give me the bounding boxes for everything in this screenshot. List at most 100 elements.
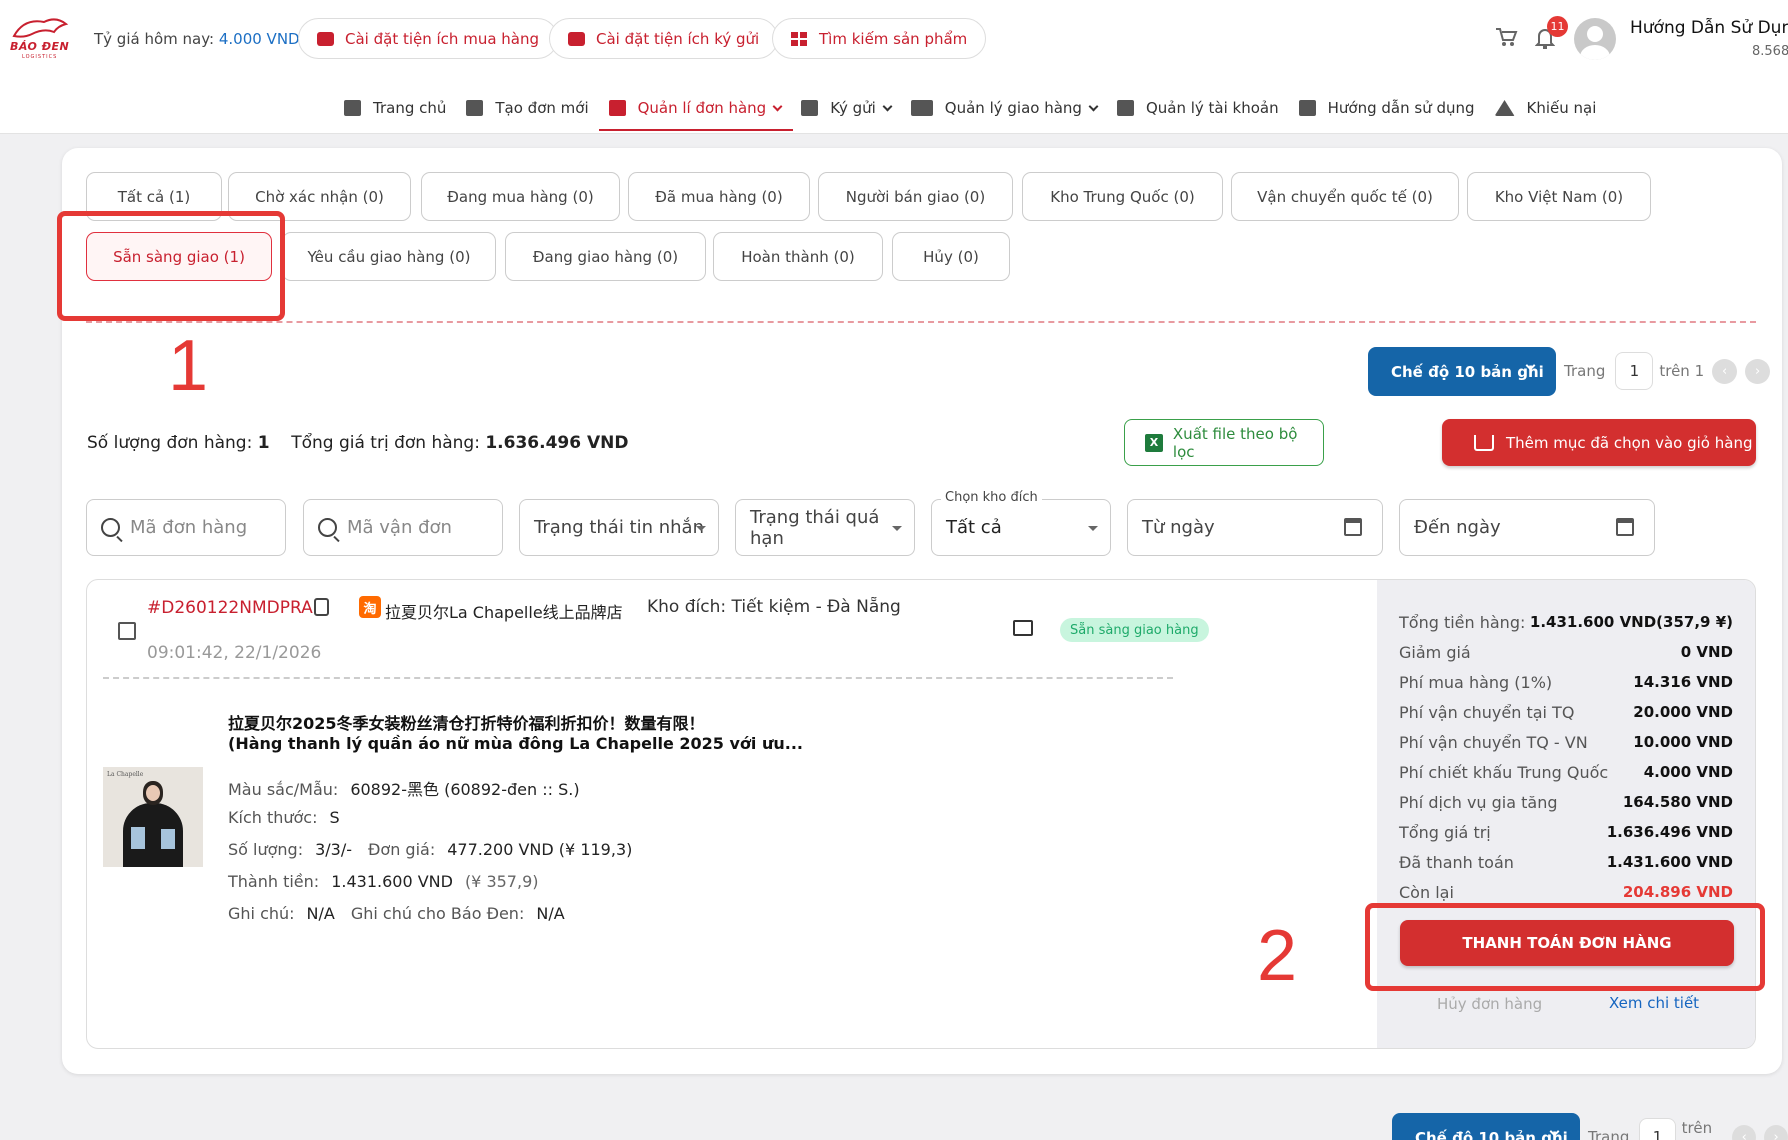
consign-extension-button[interactable]: Cài đặt tiện ích ký gửi — [549, 18, 779, 59]
calendar-icon[interactable] — [1344, 518, 1362, 536]
gift-icon — [317, 31, 334, 46]
avatar[interactable] — [1574, 18, 1616, 60]
caret-down-icon — [892, 526, 902, 531]
order-summary: Số lượng đơn hàng: 1 Tổng giá trị đơn hà… — [87, 433, 629, 453]
exchange-rate-value: 4.000 VND — [218, 30, 300, 48]
chevron-down-icon — [772, 101, 783, 111]
nav-consign[interactable]: Ký gửi — [797, 90, 895, 126]
cart-icon — [1474, 434, 1494, 451]
product-image[interactable]: La Chapelle — [103, 767, 203, 867]
fee-row: Giảm giá 0 VND — [1399, 643, 1733, 662]
nav-order-management[interactable]: Quản lí đơn hàng — [598, 90, 793, 131]
caret-down-icon — [1088, 526, 1098, 531]
tab-delivery-request[interactable]: Yêu cầu giao hàng (0) — [282, 232, 496, 281]
divider — [86, 321, 1756, 323]
tab-delivering[interactable]: Đang giao hàng (0) — [505, 232, 706, 281]
chevron-down-icon — [1088, 101, 1099, 111]
grid-icon — [791, 31, 808, 46]
from-date-input[interactable]: Từ ngày — [1127, 499, 1383, 556]
taobao-icon: 淘 — [359, 596, 381, 618]
truck-icon — [910, 100, 933, 116]
order-id[interactable]: #D260122NMDPRA — [147, 598, 313, 618]
order-total: 1.636.496 VND — [485, 433, 629, 453]
chevron-down-icon — [882, 101, 893, 111]
cancel-order-link[interactable]: Hủy đơn hàng — [1437, 995, 1542, 1013]
fee-row: Phí vận chuyển TQ - VN 10.000 VND — [1399, 733, 1733, 752]
notification-badge: 11 — [1547, 16, 1568, 37]
product-search-button[interactable]: Tìm kiếm sản phẩm — [772, 18, 987, 59]
tab-international-shipping[interactable]: Vận chuyển quốc tế (0) — [1231, 172, 1459, 221]
cart-icon — [608, 100, 626, 116]
next-page-icon[interactable]: › — [1764, 1124, 1788, 1140]
nav-home[interactable]: Trang chủ — [340, 90, 450, 126]
home-icon — [344, 100, 361, 116]
logo[interactable]: BÁO ĐEN LOGISTICS — [10, 14, 70, 60]
message-status-select[interactable]: Trạng thái tin nhắn — [519, 499, 719, 556]
warning-icon — [1494, 100, 1515, 116]
panther-logo-icon — [12, 18, 69, 38]
fee-row: Phí chiết khấu Trung Quốc 4.000 VND — [1399, 763, 1733, 782]
main-nav: Trang chủ Tạo đơn mới Quản lí đơn hàng K… — [340, 90, 1612, 131]
record-mode-dropdown-bottom[interactable]: Chế độ 10 bản ghi — [1392, 1113, 1580, 1140]
exchange-rate: Tỷ giá hôm nay: 4.000 VND — [94, 30, 300, 48]
order-count: 1 — [257, 433, 270, 453]
nav-user-guide[interactable]: Hướng dẫn sử dụng — [1295, 90, 1479, 126]
document-icon — [1298, 100, 1316, 116]
calendar-icon[interactable] — [1616, 518, 1634, 536]
top-header: BÁO ĐEN LOGISTICS Tỷ giá hôm nay: 4.000 … — [0, 0, 1788, 134]
purchase-extension-button[interactable]: Cài đặt tiện ích mua hàng — [298, 18, 559, 59]
highlight-box-step2 — [1365, 903, 1765, 991]
tracking-code-input[interactable]: Mã vận đơn — [303, 499, 503, 556]
prev-page-icon[interactable]: ‹ — [1732, 1124, 1757, 1140]
caret-down-icon — [696, 526, 706, 531]
copy-icon[interactable] — [314, 598, 329, 616]
excel-icon: X — [1145, 433, 1163, 452]
order-code-input[interactable]: Mã đơn hàng — [86, 499, 286, 556]
message-icon[interactable] — [1013, 620, 1033, 636]
nav-create-order[interactable]: Tạo đơn mới — [462, 90, 592, 126]
tab-seller-delivered[interactable]: Người bán giao (0) — [818, 172, 1013, 221]
tab-purchased[interactable]: Đã mua hàng (0) — [628, 172, 810, 221]
cart-icon[interactable] — [1494, 26, 1518, 48]
user-balance: 8.568 — [1752, 44, 1788, 59]
logo-text: BÁO ĐEN — [10, 40, 70, 53]
order-warehouse: Kho đích: Tiết kiệm - Đà Nẵng — [647, 597, 901, 617]
to-date-input[interactable]: Đến ngày — [1399, 499, 1655, 556]
product-title[interactable]: 拉夏贝尔2025冬季女装粉丝清仓打折特价福利折扣价！数量有限！ (Hàng th… — [228, 714, 803, 754]
logo-subtext: LOGISTICS — [22, 54, 58, 60]
tab-cancelled[interactable]: Hủy (0) — [892, 232, 1010, 281]
nav-account-management[interactable]: Quản lý tài khoản — [1113, 90, 1283, 126]
nav-delivery-management[interactable]: Quản lý giao hàng — [907, 90, 1101, 126]
fee-row: Đã thanh toán 1.431.600 VND — [1399, 853, 1733, 872]
record-mode-dropdown[interactable]: Chế độ 10 bản ghi — [1368, 347, 1556, 396]
export-filter-button[interactable]: X Xuất file theo bộ lọc — [1124, 419, 1324, 466]
annotation-step2: 2 — [1257, 916, 1298, 996]
tab-vietnam-warehouse[interactable]: Kho Việt Nam (0) — [1467, 172, 1651, 221]
overdue-status-select[interactable]: Trạng thái quá hạn — [735, 499, 915, 556]
product-image-brand: La Chapelle — [107, 771, 144, 778]
product-color: Màu sắc/Mẫu: 60892-黑色 (60892-đen :: S.) — [228, 780, 580, 799]
tab-china-warehouse[interactable]: Kho Trung Quốc (0) — [1022, 172, 1223, 221]
prev-page-icon[interactable]: ‹ — [1712, 358, 1738, 384]
status-badge: Sẵn sàng giao hàng — [1060, 618, 1209, 642]
warehouse-select[interactable]: Tất cả — [931, 499, 1111, 556]
order-divider — [103, 677, 1173, 679]
warehouse-select-label: Chọn kho đích — [941, 490, 1042, 505]
fee-row: Phí dịch vụ gia tăng 164.580 VND — [1399, 793, 1733, 812]
product-notes: Ghi chú: N/A Ghi chú cho Báo Đen: N/A — [228, 904, 565, 923]
order-checkbox[interactable] — [118, 622, 136, 640]
tab-purchasing[interactable]: Đang mua hàng (0) — [421, 172, 620, 221]
nav-complaint[interactable]: Khiếu nại — [1491, 90, 1601, 126]
pagination-bottom: Trang 1 trên 1 ‹ › — [1588, 1118, 1788, 1140]
order-time: 09:01:42, 22/1/2026 — [147, 643, 322, 663]
highlight-box-step1 — [57, 211, 285, 321]
tab-completed[interactable]: Hoàn thành (0) — [713, 232, 883, 281]
view-detail-link[interactable]: Xem chi tiết — [1609, 994, 1699, 1012]
product-quantity-price: Số lượng: 3/3/- Đơn giá: 477.200 VND (¥ 119… — [228, 840, 633, 859]
add-to-cart-button[interactable]: Thêm mục đã chọn vào giỏ hàng — [1442, 419, 1756, 466]
shop-name[interactable]: 拉夏贝尔La Chapelle线上品牌店 — [385, 599, 623, 623]
page-input-bottom[interactable]: 1 — [1639, 1118, 1676, 1140]
page-input[interactable]: 1 — [1615, 352, 1654, 390]
user-name[interactable]: Hướng Dẫn Sử Dụng — [1630, 18, 1788, 38]
next-page-icon[interactable]: › — [1745, 358, 1771, 384]
